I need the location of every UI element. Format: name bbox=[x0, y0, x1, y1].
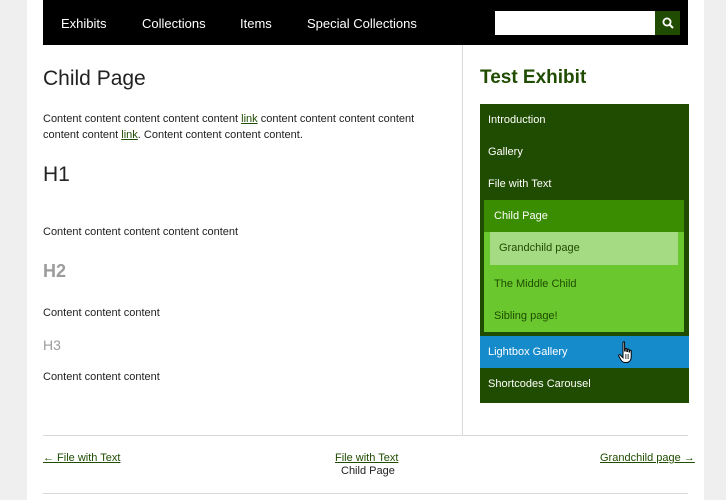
top-navigation: Exhibits Collections Items Special Colle… bbox=[43, 0, 688, 45]
exhibit-nav-gallery[interactable]: Gallery bbox=[480, 136, 689, 168]
intro-text-3: . Content content content content. bbox=[137, 129, 303, 141]
nav-items[interactable]: Items bbox=[240, 0, 272, 45]
search-button[interactable] bbox=[655, 11, 680, 35]
exhibit-nav-file-with-text[interactable]: File with Text bbox=[480, 168, 689, 200]
heading-h2: H2 bbox=[43, 261, 67, 281]
exhibit-nav-sibling-page[interactable]: Sibling page! bbox=[484, 300, 684, 332]
footer-divider-bottom bbox=[43, 493, 688, 494]
heading-h3: H3 bbox=[43, 337, 61, 353]
exhibit-nav-lightbox-gallery[interactable]: Lightbox Gallery bbox=[480, 336, 689, 368]
heading-h1: H1 bbox=[43, 163, 70, 186]
hand-pointer-icon bbox=[618, 341, 632, 363]
footer-up-link[interactable]: File with Text bbox=[335, 452, 398, 464]
nav-special-collections[interactable]: Special Collections bbox=[307, 0, 417, 45]
exhibit-nav-middle-child[interactable]: The Middle Child bbox=[484, 268, 684, 300]
exhibit-title: Test Exhibit bbox=[480, 67, 587, 88]
paragraph-4: Content content content bbox=[43, 371, 160, 383]
nav-exhibits[interactable]: Exhibits bbox=[61, 0, 107, 45]
footer-divider-top bbox=[43, 435, 688, 436]
footer-next-link[interactable]: Grandchild page → bbox=[600, 452, 695, 464]
search-input[interactable] bbox=[495, 11, 655, 35]
content-link-1[interactable]: link bbox=[241, 113, 258, 125]
footer-current-page: Child Page bbox=[341, 465, 395, 477]
nav-collections[interactable]: Collections bbox=[142, 0, 206, 45]
exhibit-nav-introduction[interactable]: Introduction bbox=[480, 104, 689, 136]
page-title: Child Page bbox=[43, 67, 146, 90]
exhibit-nav-child-page[interactable]: Child Page bbox=[484, 200, 684, 232]
exhibit-nav-shortcodes-carousel[interactable]: Shortcodes Carousel bbox=[480, 368, 689, 400]
footer-prev-link[interactable]: ← File with Text bbox=[43, 452, 120, 464]
page: Exhibits Collections Items Special Colle… bbox=[27, 0, 704, 500]
paragraph-3: Content content content bbox=[43, 307, 160, 319]
exhibit-nav-grandchild-page[interactable]: Grandchild page bbox=[490, 232, 678, 265]
paragraph-2: Content content content content content bbox=[43, 226, 239, 238]
content-link-2[interactable]: link bbox=[121, 129, 138, 141]
intro-text-1: Content content content content content bbox=[43, 113, 242, 125]
intro-paragraph: Content content content content content … bbox=[43, 111, 443, 143]
column-divider bbox=[462, 45, 463, 435]
exhibit-nav: Introduction Gallery File with Text Chil… bbox=[480, 104, 689, 403]
search-icon bbox=[662, 17, 674, 29]
